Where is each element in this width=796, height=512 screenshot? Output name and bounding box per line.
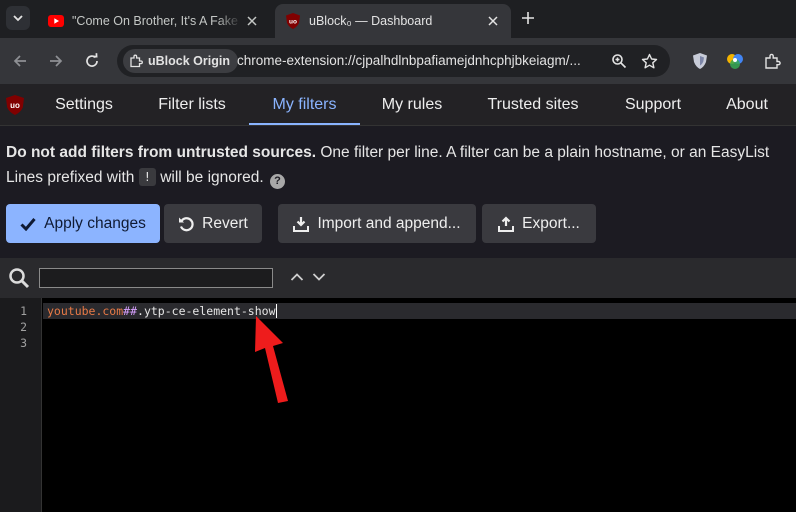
- export-button[interactable]: Export...: [482, 204, 596, 243]
- chevron-down-icon: [13, 15, 23, 22]
- line-number: 1: [20, 304, 27, 318]
- checkmark-icon: [20, 217, 36, 231]
- youtube-icon: [48, 13, 64, 29]
- info-text: One filter per line. A filter can be a p…: [316, 144, 770, 161]
- warning-text: Do not add filters from untrusted source…: [6, 144, 317, 161]
- tab-ublock-dashboard[interactable]: uo uBlock₀ — Dashboard: [275, 4, 511, 38]
- apply-changes-button[interactable]: Apply changes: [6, 204, 160, 243]
- filter-hostname: youtube.com: [47, 304, 124, 318]
- tab-filter-lists[interactable]: Filter lists: [143, 84, 241, 126]
- browser-tab-strip: "Come On Brother, It's A Fake L uo uBloc…: [0, 0, 796, 38]
- filters-editor[interactable]: 1 2 3 youtube.com##.ytp-ce-element-show: [0, 298, 796, 512]
- bookmark-star-icon[interactable]: [639, 51, 659, 71]
- chevron-up-icon: [290, 273, 304, 281]
- reload-button[interactable]: [81, 50, 103, 72]
- filter-separator: ##: [123, 304, 138, 318]
- tab-about[interactable]: About: [713, 84, 781, 126]
- address-bar[interactable]: uBlock Origin chrome-extension://cjpalhd…: [117, 45, 670, 77]
- tab-trusted-sites[interactable]: Trusted sites: [473, 84, 593, 126]
- import-label: Import and append...: [317, 214, 461, 232]
- tab-youtube[interactable]: "Come On Brother, It's A Fake L: [38, 4, 270, 38]
- revert-label: Revert: [202, 214, 248, 232]
- ublock-dashboard-nav: uo Settings Filter lists My filters My r…: [0, 84, 796, 126]
- zoom-icon[interactable]: [609, 51, 629, 71]
- extension-multicolor-icon[interactable]: [724, 50, 746, 72]
- reload-icon: [86, 53, 98, 67]
- find-next-button[interactable]: [311, 269, 327, 285]
- arrow-right-icon: [50, 55, 63, 67]
- comment-prefix-code: !: [138, 168, 156, 186]
- info-text-prefix: Lines prefixed with: [6, 169, 139, 186]
- line-number: 2: [20, 320, 27, 334]
- extensions-puzzle-icon[interactable]: [761, 50, 783, 72]
- my-filters-pane: Do not add filters from untrusted source…: [0, 127, 796, 258]
- editor-search-bar: [0, 258, 796, 298]
- revert-button[interactable]: Revert: [164, 204, 262, 243]
- info-line-1: Do not add filters from untrusted source…: [6, 144, 769, 162]
- import-and-append-button[interactable]: Import and append...: [278, 204, 476, 243]
- forward-button[interactable]: [45, 50, 67, 72]
- undo-icon: [179, 216, 194, 231]
- site-info-chip[interactable]: uBlock Origin: [123, 49, 238, 73]
- tab-support[interactable]: Support: [612, 84, 694, 126]
- arrow-left-icon: [13, 55, 26, 67]
- red-arrow-annotation-icon: [255, 316, 288, 403]
- help-icon[interactable]: ?: [269, 173, 285, 189]
- line-number: 3: [20, 336, 27, 350]
- upload-icon: [498, 215, 515, 232]
- tab-search-button[interactable]: [6, 6, 30, 30]
- download-icon: [293, 216, 310, 232]
- ublock-icon: uo: [285, 13, 301, 29]
- close-icon[interactable]: [483, 11, 503, 31]
- tab-title: "Come On Brother, It's A Fake L: [72, 14, 242, 28]
- plus-icon: [522, 12, 534, 24]
- url-text: chrome-extension://cjpalhdlnbpafiamejdnh…: [237, 53, 581, 68]
- info-line-2: Lines prefixed with ! will be ignored. ?: [6, 168, 285, 189]
- tab-title: uBlock₀ — Dashboard: [309, 14, 433, 28]
- find-previous-button[interactable]: [289, 269, 305, 285]
- site-chip-label: uBlock Origin: [148, 54, 230, 68]
- browser-toolbar: uBlock Origin chrome-extension://cjpalhd…: [0, 38, 796, 84]
- tab-my-filters[interactable]: My filters: [249, 84, 360, 126]
- tab-settings[interactable]: Settings: [44, 84, 124, 126]
- close-icon[interactable]: [242, 11, 262, 31]
- extension-icon: [130, 54, 143, 68]
- back-button[interactable]: [9, 50, 31, 72]
- svg-text:uo: uo: [289, 19, 297, 26]
- new-tab-button[interactable]: [518, 8, 538, 28]
- ublock-logo-icon: uo: [6, 95, 24, 115]
- search-input[interactable]: [39, 268, 273, 288]
- apply-changes-label: Apply changes: [44, 214, 146, 232]
- tab-my-rules[interactable]: My rules: [368, 84, 456, 126]
- line-number-gutter: 1 2 3: [0, 298, 42, 512]
- search-icon: [9, 268, 30, 289]
- svg-text:uo: uo: [10, 101, 20, 110]
- shield-icon[interactable]: [689, 50, 711, 72]
- info-text-suffix: will be ignored.: [155, 169, 264, 186]
- chevron-down-icon: [312, 273, 326, 281]
- export-label: Export...: [522, 214, 580, 232]
